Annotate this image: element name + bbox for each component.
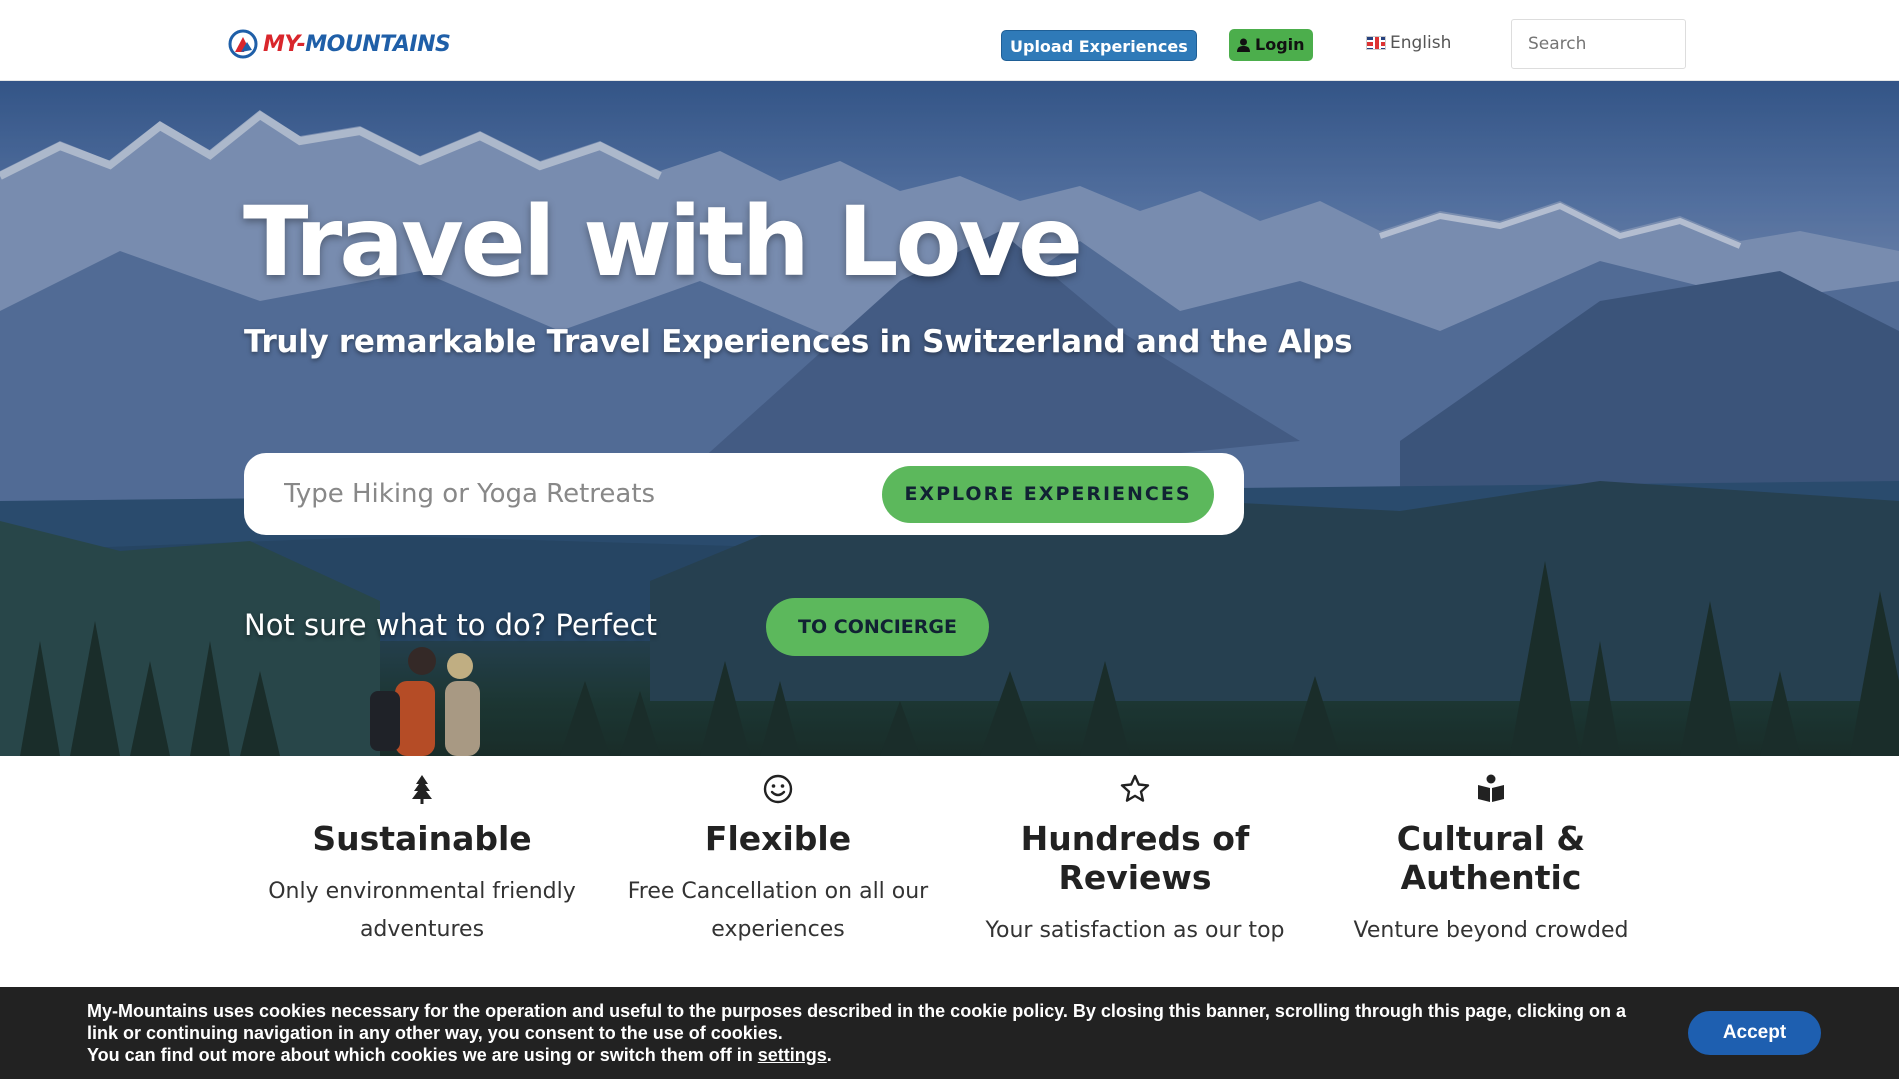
cookie-line-2-suffix: . [826, 1045, 832, 1065]
site-header: MY-MOUNTAINS Upload Experiences Login En… [0, 0, 1899, 81]
feature-title: Cultural & Authentic [1396, 819, 1586, 897]
language-label: English [1390, 33, 1452, 53]
experience-search-input[interactable] [284, 473, 844, 515]
feature-text: Venture beyond crowded [1353, 918, 1629, 943]
feature-text: Free Cancellation on all our experiences [627, 879, 929, 942]
accept-cookies-button[interactable]: Accept [1688, 1011, 1821, 1055]
upload-experiences-button[interactable]: Upload Experiences [1001, 30, 1197, 61]
concierge-prompt-text: Not sure what to do? Perfect [244, 608, 657, 642]
uk-flag-icon [1366, 36, 1386, 50]
feature-title: Sustainable [312, 819, 532, 858]
login-label: Login [1255, 35, 1305, 54]
site-search-input[interactable] [1511, 19, 1686, 69]
feature-sustainable: Sustainable Only environmental friendly … [262, 756, 582, 949]
site-logo[interactable]: MY-MOUNTAINS [227, 28, 451, 60]
tree-icon [412, 775, 432, 804]
logo-text-my: MY- [263, 31, 306, 57]
hero-section: Travel with Love Truly remarkable Travel… [0, 81, 1899, 756]
feature-reviews: Hundreds of Reviews Your satisfaction as… [975, 756, 1295, 950]
feature-text: Your satisfaction as our top [985, 918, 1285, 943]
feature-cultural: Cultural & Authentic Venture beyond crow… [1331, 756, 1651, 950]
hero-title: Travel with Love [243, 186, 1083, 298]
user-icon [1237, 38, 1250, 52]
smile-icon [763, 774, 793, 804]
feature-text: Only environmental friendly adventures [268, 879, 576, 942]
cookie-settings-link[interactable]: settings [758, 1045, 827, 1065]
logo-text: MY-MOUNTAINS [263, 31, 451, 57]
feature-title: Hundreds of Reviews [1020, 819, 1250, 897]
hero-subtitle: Truly remarkable Travel Experiences in S… [244, 324, 1353, 360]
star-icon [1120, 774, 1150, 802]
to-concierge-button[interactable]: TO CONCIERGE [766, 598, 989, 656]
feature-flexible: Flexible Free Cancellation on all our ex… [618, 756, 938, 949]
feature-title: Flexible [704, 819, 852, 858]
cookie-message: My-Mountains uses cookies necessary for … [87, 1000, 1647, 1066]
cookie-line-2-prefix: You can find out more about which cookie… [87, 1045, 758, 1065]
cookie-banner: My-Mountains uses cookies necessary for … [0, 987, 1899, 1079]
explore-search-bar: EXPLORE EXPERIENCES [244, 453, 1244, 535]
logo-text-mountains: MOUNTAINS [305, 31, 451, 57]
explore-experiences-button[interactable]: EXPLORE EXPERIENCES [882, 466, 1214, 523]
book-reader-icon [1478, 774, 1504, 802]
logo-mountain-icon [228, 29, 258, 59]
language-selector[interactable]: English [1366, 33, 1451, 53]
login-button[interactable]: Login [1229, 29, 1313, 61]
cookie-line-1: My-Mountains uses cookies necessary for … [87, 1001, 1626, 1043]
features-section: Sustainable Only environmental friendly … [0, 756, 1899, 988]
